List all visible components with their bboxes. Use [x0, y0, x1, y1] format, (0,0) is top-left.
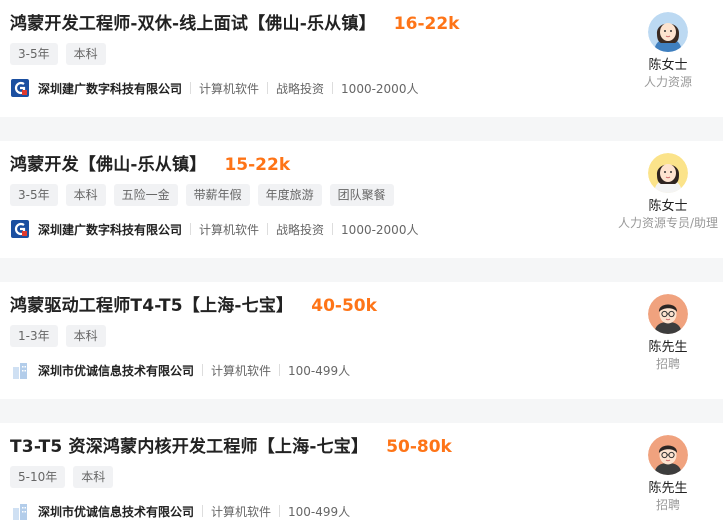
job-tags: 1-3年 本科 [10, 325, 106, 347]
recruiter[interactable]: 陈先生 招聘 [613, 435, 723, 513]
company-logo-icon[interactable] [10, 501, 30, 521]
recruiter-role: 招聘 [655, 357, 680, 371]
divider [190, 223, 192, 235]
tag-education: 本科 [65, 325, 106, 347]
company-size: 100-499人 [288, 504, 351, 519]
salary: 15-22k [224, 155, 291, 175]
tag-benefit: 带薪年假 [185, 184, 250, 206]
divider [279, 364, 281, 376]
job-card[interactable]: 鸿蒙开发工程师-双休-线上面试【佛山-乐从镇】 16-22k 3-5年 本科 深… [0, 0, 723, 117]
recruiter-role: 招聘 [655, 498, 680, 512]
company-name[interactable]: 深圳建广数字科技有限公司 [38, 221, 182, 238]
recruiter-name: 陈先生 [648, 481, 688, 496]
company-row: 深圳市优诚信息技术有限公司 计算机软件 100-499人 [10, 360, 350, 380]
divider [267, 223, 269, 235]
recruiter[interactable]: 陈女士 人力资源 [613, 12, 723, 90]
company-size: 100-499人 [288, 363, 351, 378]
divider [202, 505, 204, 517]
company-name[interactable]: 深圳市优诚信息技术有限公司 [38, 503, 194, 520]
recruiter-name: 陈先生 [648, 340, 688, 355]
company-logo-icon[interactable] [10, 78, 30, 98]
company-industry: 计算机软件 [211, 363, 272, 378]
divider [332, 223, 334, 235]
job-tags: 3-5年 本科 五险一金 带薪年假 年度旅游 团队聚餐 [10, 184, 394, 206]
divider [332, 82, 334, 94]
company-logo-icon[interactable] [10, 360, 30, 380]
company-row: 深圳市优诚信息技术有限公司 计算机软件 100-499人 [10, 501, 350, 521]
job-title-row: 鸿蒙开发工程师-双休-线上面试【佛山-乐从镇】 16-22k [10, 9, 460, 34]
tag-experience: 3-5年 [10, 43, 58, 65]
avatar [648, 294, 688, 334]
salary: 50-80k [386, 437, 452, 457]
company-row: 深圳建广数字科技有限公司 计算机软件 战略投资 1000-2000人 [10, 78, 418, 98]
tag-benefit: 年度旅游 [257, 184, 322, 206]
company-industry: 计算机软件 [199, 81, 260, 96]
company-funding: 战略投资 [276, 81, 325, 96]
job-tags: 3-5年 本科 [10, 43, 106, 65]
recruiter-name: 陈女士 [648, 58, 688, 73]
company-logo-icon[interactable] [10, 219, 30, 239]
tag-experience: 1-3年 [10, 325, 58, 347]
job-title-row: T3-T5 资深鸿蒙内核开发工程师【上海-七宝】 50-80k [10, 432, 452, 457]
company-size: 1000-2000人 [341, 81, 419, 96]
avatar [648, 153, 688, 193]
job-list: 鸿蒙开发工程师-双休-线上面试【佛山-乐从镇】 16-22k 3-5年 本科 深… [0, 0, 723, 532]
job-title[interactable]: 鸿蒙开发【佛山-乐从镇】 [10, 150, 206, 175]
job-card[interactable]: 鸿蒙开发【佛山-乐从镇】 15-22k 3-5年 本科 五险一金 带薪年假 年度… [0, 141, 723, 258]
avatar [648, 435, 688, 475]
tag-experience: 5-10年 [10, 466, 66, 488]
divider [202, 364, 204, 376]
recruiter-name: 陈女士 [648, 199, 688, 214]
recruiter[interactable]: 陈先生 招聘 [613, 294, 723, 372]
recruiter[interactable]: 陈女士 人力资源专员/助理 [613, 153, 723, 231]
avatar [648, 12, 688, 52]
tag-education: 本科 [65, 184, 106, 206]
company-name[interactable]: 深圳建广数字科技有限公司 [38, 80, 182, 97]
tag-education: 本科 [65, 43, 106, 65]
job-title-row: 鸿蒙驱动工程师T4-T5【上海-七宝】 40-50k [10, 291, 377, 316]
recruiter-role: 人力资源 [643, 75, 692, 89]
tag-benefit: 五险一金 [113, 184, 178, 206]
job-card[interactable]: 鸿蒙驱动工程师T4-T5【上海-七宝】 40-50k 1-3年 本科 深圳市优诚… [0, 282, 723, 399]
job-title[interactable]: 鸿蒙驱动工程师T4-T5【上海-七宝】 [10, 291, 293, 316]
divider [279, 505, 281, 517]
company-industry: 计算机软件 [199, 222, 260, 237]
salary: 40-50k [311, 296, 377, 316]
company-size: 1000-2000人 [341, 222, 419, 237]
job-title[interactable]: 鸿蒙开发工程师-双休-线上面试【佛山-乐从镇】 [10, 9, 376, 34]
tag-education: 本科 [73, 466, 114, 488]
company-name[interactable]: 深圳市优诚信息技术有限公司 [38, 362, 194, 379]
company-funding: 战略投资 [276, 222, 325, 237]
job-tags: 5-10年 本科 [10, 466, 114, 488]
recruiter-role: 人力资源专员/助理 [617, 216, 719, 230]
tag-benefit: 团队聚餐 [329, 184, 394, 206]
tag-experience: 3-5年 [10, 184, 58, 206]
divider [190, 82, 192, 94]
company-row: 深圳建广数字科技有限公司 计算机软件 战略投资 1000-2000人 [10, 219, 418, 239]
divider [267, 82, 269, 94]
company-industry: 计算机软件 [211, 504, 272, 519]
salary: 16-22k [393, 14, 460, 34]
job-card[interactable]: T3-T5 资深鸿蒙内核开发工程师【上海-七宝】 50-80k 5-10年 本科… [0, 423, 723, 532]
job-title[interactable]: T3-T5 资深鸿蒙内核开发工程师【上海-七宝】 [10, 432, 368, 457]
job-title-row: 鸿蒙开发【佛山-乐从镇】 15-22k [10, 150, 291, 175]
